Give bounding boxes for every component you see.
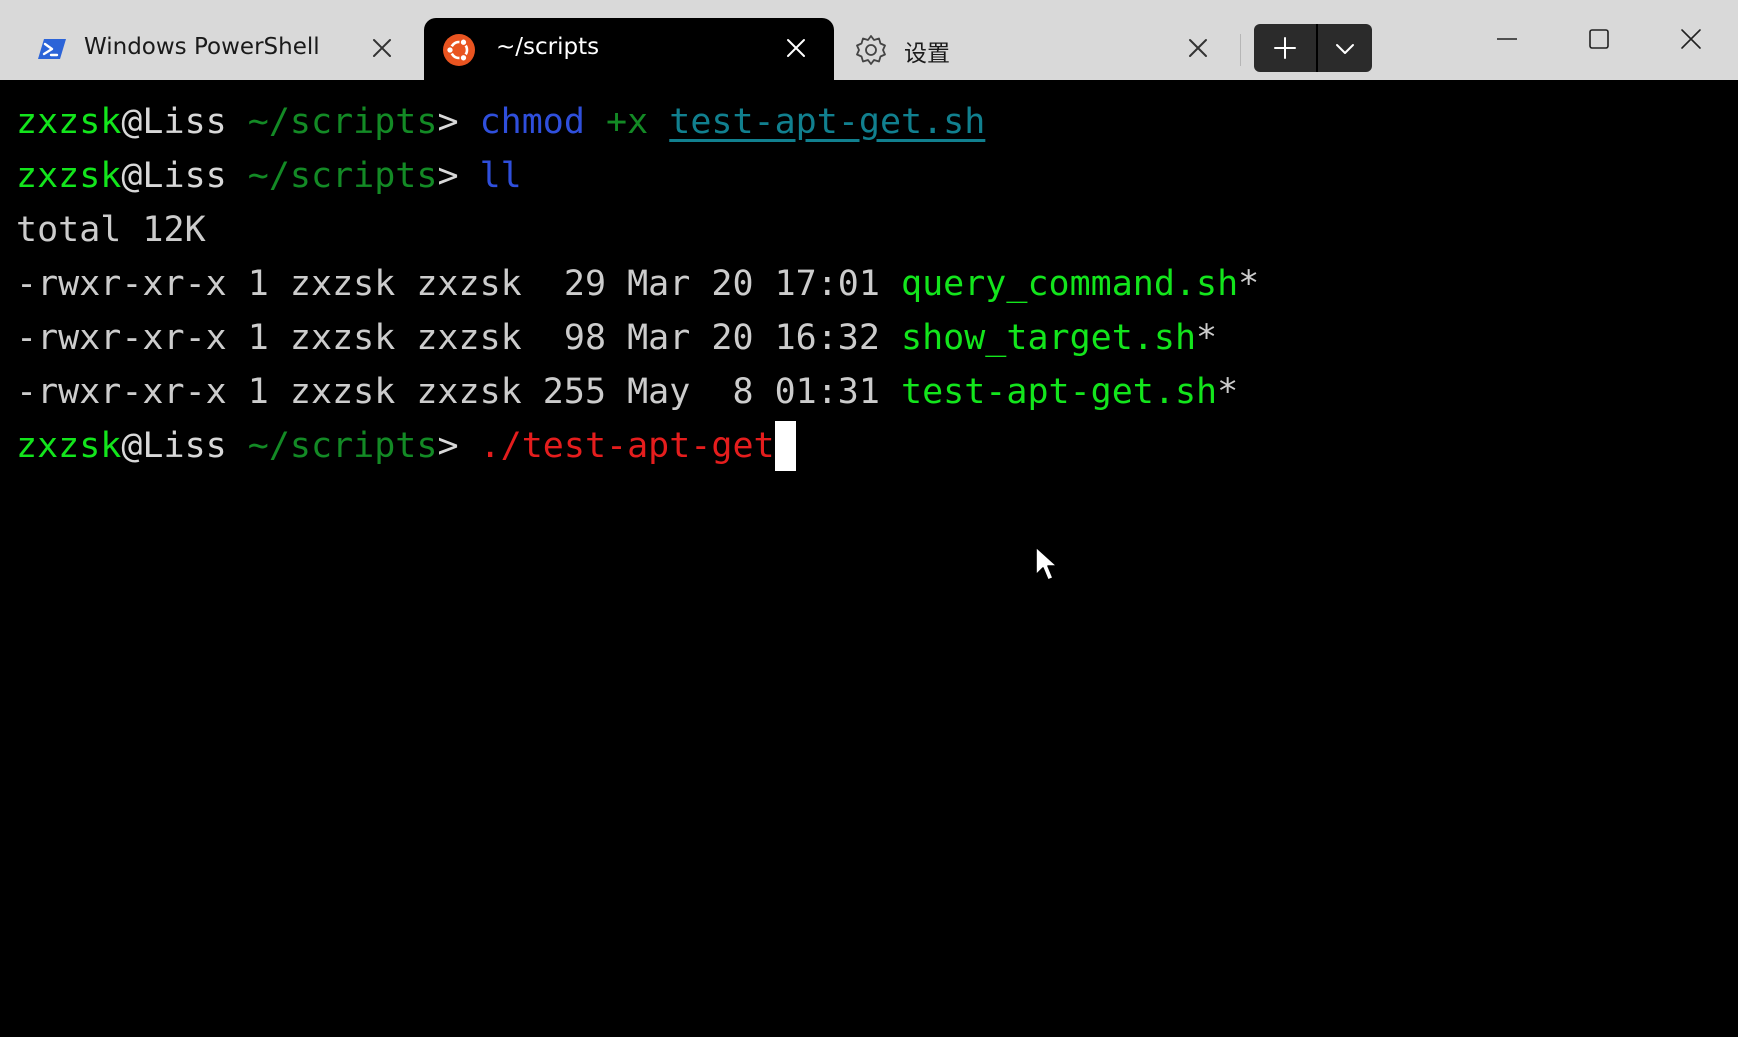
minimize-icon — [1497, 38, 1517, 40]
command-line: zxzsk@Liss ~/scripts> chmod +x test-apt-… — [16, 95, 985, 149]
minimize-button[interactable] — [1464, 8, 1550, 70]
file-meta: -rwxr-xr-x 1 zxzsk zxzsk 98 Mar 20 16:32 — [16, 318, 902, 358]
command: ll — [479, 156, 522, 196]
terminal-window: Windows PowerShell ~/scripts 设置 zxzsk@Li… — [0, 0, 1738, 1037]
prompt-user: zxzsk — [16, 426, 122, 466]
close-icon[interactable] — [370, 36, 394, 60]
close-icon[interactable] — [784, 36, 808, 60]
title-bar[interactable]: Windows PowerShell ~/scripts 设置 — [0, 0, 1738, 80]
file-meta: -rwxr-xr-x 1 zxzsk zxzsk 255 May 8 01:31 — [16, 372, 902, 412]
command: chmod — [479, 102, 585, 142]
file-link[interactable]: test-apt-get.sh — [669, 102, 985, 142]
prompt-host: @Liss — [121, 156, 227, 196]
file-listing-row: -rwxr-xr-x 1 zxzsk zxzsk 255 May 8 01:31… — [16, 365, 1238, 419]
maximize-button[interactable] — [1556, 8, 1642, 70]
file-name: show_target.sh — [901, 318, 1197, 358]
close-icon — [1681, 29, 1701, 49]
text-cursor — [774, 421, 796, 471]
close-icon[interactable] — [1186, 36, 1210, 60]
plus-icon — [1274, 37, 1296, 59]
prompt-path: ~/scripts — [226, 426, 438, 466]
exec-marker: * — [1238, 264, 1260, 304]
mouse-pointer-icon — [1035, 546, 1058, 581]
prompt-user: zxzsk — [16, 156, 122, 196]
file-name: query_command.sh — [901, 264, 1239, 304]
prompt-host: @Liss — [121, 102, 227, 142]
new-tab-split-button[interactable] — [1254, 24, 1372, 72]
terminal-pane[interactable]: zxzsk@Liss ~/scripts> chmod +x test-apt-… — [0, 80, 1738, 1037]
command-arg: +x — [584, 102, 670, 142]
exec-marker: * — [1196, 318, 1218, 358]
tab-windows-powershell[interactable]: Windows PowerShell — [18, 18, 420, 80]
active-command-line[interactable]: zxzsk@Liss ~/scripts> ./test-apt-get — [16, 419, 796, 473]
tab-settings[interactable]: 设置 — [836, 18, 1236, 80]
maximize-icon — [1589, 29, 1609, 49]
powershell-icon — [36, 33, 68, 65]
file-listing-row: -rwxr-xr-x 1 zxzsk zxzsk 29 Mar 20 17:01… — [16, 257, 1259, 311]
chevron-down-icon — [1336, 44, 1354, 54]
exec-marker: * — [1217, 372, 1239, 412]
prompt-symbol: > — [437, 426, 480, 466]
prompt-symbol: > — [437, 102, 480, 142]
tab-label: 设置 — [904, 41, 950, 67]
tab-scripts[interactable]: ~/scripts — [424, 18, 834, 80]
command-input[interactable]: ./test-apt-get — [480, 426, 775, 466]
prompt-path: ~/scripts — [226, 156, 438, 196]
file-listing-row: -rwxr-xr-x 1 zxzsk zxzsk 98 Mar 20 16:32… — [16, 311, 1217, 365]
command-line: zxzsk@Liss ~/scripts> ll — [16, 149, 522, 203]
dropdown-button[interactable] — [1318, 24, 1372, 72]
prompt-user: zxzsk — [16, 102, 122, 142]
prompt-path: ~/scripts — [226, 102, 438, 142]
tab-divider — [1240, 34, 1241, 66]
file-meta: -rwxr-xr-x 1 zxzsk zxzsk 29 Mar 20 17:01 — [16, 264, 902, 304]
new-tab-button[interactable] — [1254, 24, 1316, 72]
prompt-host: @Liss — [121, 426, 227, 466]
tab-label: Windows PowerShell — [84, 34, 320, 60]
gear-icon — [854, 33, 886, 65]
ubuntu-icon — [442, 33, 475, 66]
close-window-button[interactable] — [1648, 8, 1734, 70]
tab-label: ~/scripts — [496, 34, 600, 60]
output-line: total 12K — [16, 210, 206, 250]
file-name: test-apt-get.sh — [901, 372, 1218, 412]
prompt-symbol: > — [437, 156, 480, 196]
